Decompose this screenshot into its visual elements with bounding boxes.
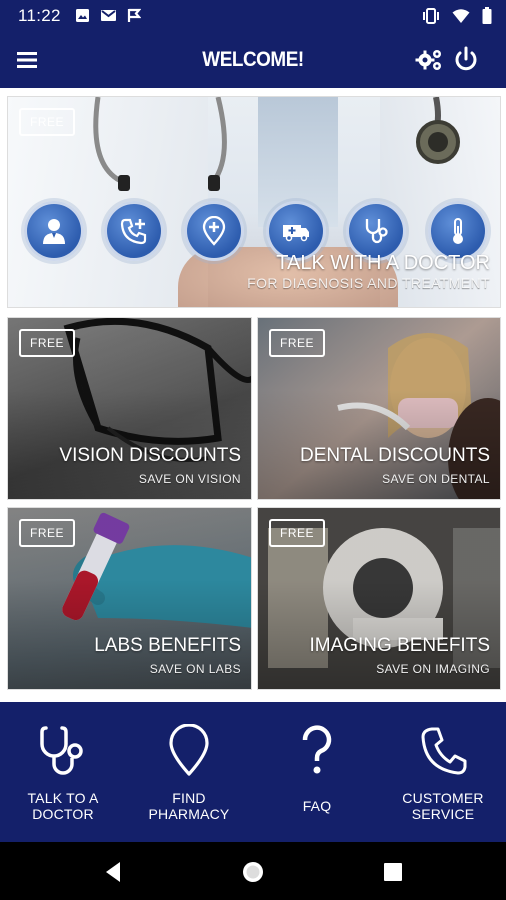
gears-icon <box>415 50 441 70</box>
bottom-navigation: TALK TO A DOCTOR FIND PHARMACY FAQ CUSTOME… <box>0 702 506 842</box>
doctor-service-button[interactable] <box>24 201 84 261</box>
free-badge: FREE <box>19 329 75 357</box>
home-circle-icon <box>243 862 263 882</box>
tile-title: IMAGING BENEFITS <box>309 635 490 656</box>
imaging-benefits-tile[interactable]: FREE IMAGING BENEFITS SAVE ON IMAGING <box>257 507 501 690</box>
free-badge: FREE <box>269 519 325 547</box>
tile-title: DENTAL DISCOUNTS <box>299 445 490 466</box>
gmail-notification-icon <box>101 10 116 21</box>
tile-subtitle: SAVE ON VISION <box>138 472 241 486</box>
recents-button[interactable] <box>379 858 407 886</box>
nav-label: CUSTOMER SERVICE <box>402 790 484 822</box>
phone-icon <box>421 727 467 775</box>
vision-discounts-tile[interactable]: FREE VISION DISCOUNTS SAVE ON VISION <box>7 317 252 500</box>
image-notification-icon <box>76 9 89 22</box>
phone-plus-service-button[interactable] <box>104 201 164 261</box>
recents-square-icon <box>384 863 402 881</box>
tile-subtitle: SAVE ON IMAGING <box>376 662 490 676</box>
back-button[interactable] <box>100 858 128 886</box>
location-plus-icon <box>202 216 226 246</box>
thermometer-icon <box>453 218 463 244</box>
status-time: 11:22 <box>18 6 61 25</box>
nav-label: FIND PHARMACY <box>148 790 230 822</box>
nav-customer-service[interactable]: CUSTOMER SERVICE <box>380 702 506 842</box>
back-triangle-icon <box>106 862 120 882</box>
nav-talk-to-doctor[interactable]: TALK TO A DOCTOR <box>0 702 126 842</box>
stethoscope-icon <box>40 726 83 775</box>
nav-label: FAQ <box>302 798 332 814</box>
stethoscope-icon <box>365 219 388 244</box>
notification-icons <box>75 8 141 23</box>
free-badge: FREE <box>269 329 325 357</box>
tile-title: TALK WITH A DOCTOR <box>276 252 490 274</box>
logout-button[interactable] <box>452 45 480 75</box>
system-status-icons <box>422 7 492 24</box>
phone-plus-icon <box>120 218 147 245</box>
dental-discounts-tile[interactable]: FREE DENTAL DISCOUNTS SAVE ON DENTAL <box>257 317 501 500</box>
tile-subtitle: FOR DIAGNOSIS AND TREATMENT <box>247 275 490 291</box>
free-badge: FREE <box>19 108 75 136</box>
nav-label: TALK TO A DOCTOR <box>27 790 99 822</box>
system-navigation-bar <box>0 842 506 900</box>
vibrate-icon <box>423 7 439 24</box>
tile-subtitle: SAVE ON LABS <box>149 662 241 676</box>
question-mark-icon <box>302 725 332 774</box>
page-title: WELCOME! <box>202 48 304 71</box>
location-plus-service-button[interactable] <box>184 201 244 261</box>
wifi-icon <box>452 8 470 23</box>
tile-subtitle: SAVE ON DENTAL <box>382 472 490 486</box>
labs-benefits-tile[interactable]: FREE LABS BENEFITS SAVE ON LABS <box>7 507 252 690</box>
tile-title: LABS BENEFITS <box>94 635 241 656</box>
ambulance-icon <box>283 225 309 242</box>
free-badge: FREE <box>19 519 75 547</box>
stethoscope-image <box>93 97 460 191</box>
app-bar: WELCOME! <box>0 32 506 88</box>
map-pin-icon <box>169 724 209 776</box>
nav-faq[interactable]: FAQ <box>254 702 380 842</box>
nav-find-pharmacy[interactable]: FIND PHARMACY <box>126 702 252 842</box>
battery-icon <box>482 7 492 24</box>
flag-notification-icon <box>127 8 141 22</box>
tile-title: VISION DISCOUNTS <box>59 445 241 466</box>
home-button[interactable] <box>239 858 267 886</box>
status-bar: 11:22 <box>0 0 506 32</box>
settings-button[interactable] <box>414 45 444 75</box>
talk-with-doctor-tile[interactable]: FREE TALK WITH A DOCTOR FOR DIAGNOSIS AN… <box>7 96 501 308</box>
doctor-icon <box>43 219 65 244</box>
power-icon <box>455 46 477 71</box>
